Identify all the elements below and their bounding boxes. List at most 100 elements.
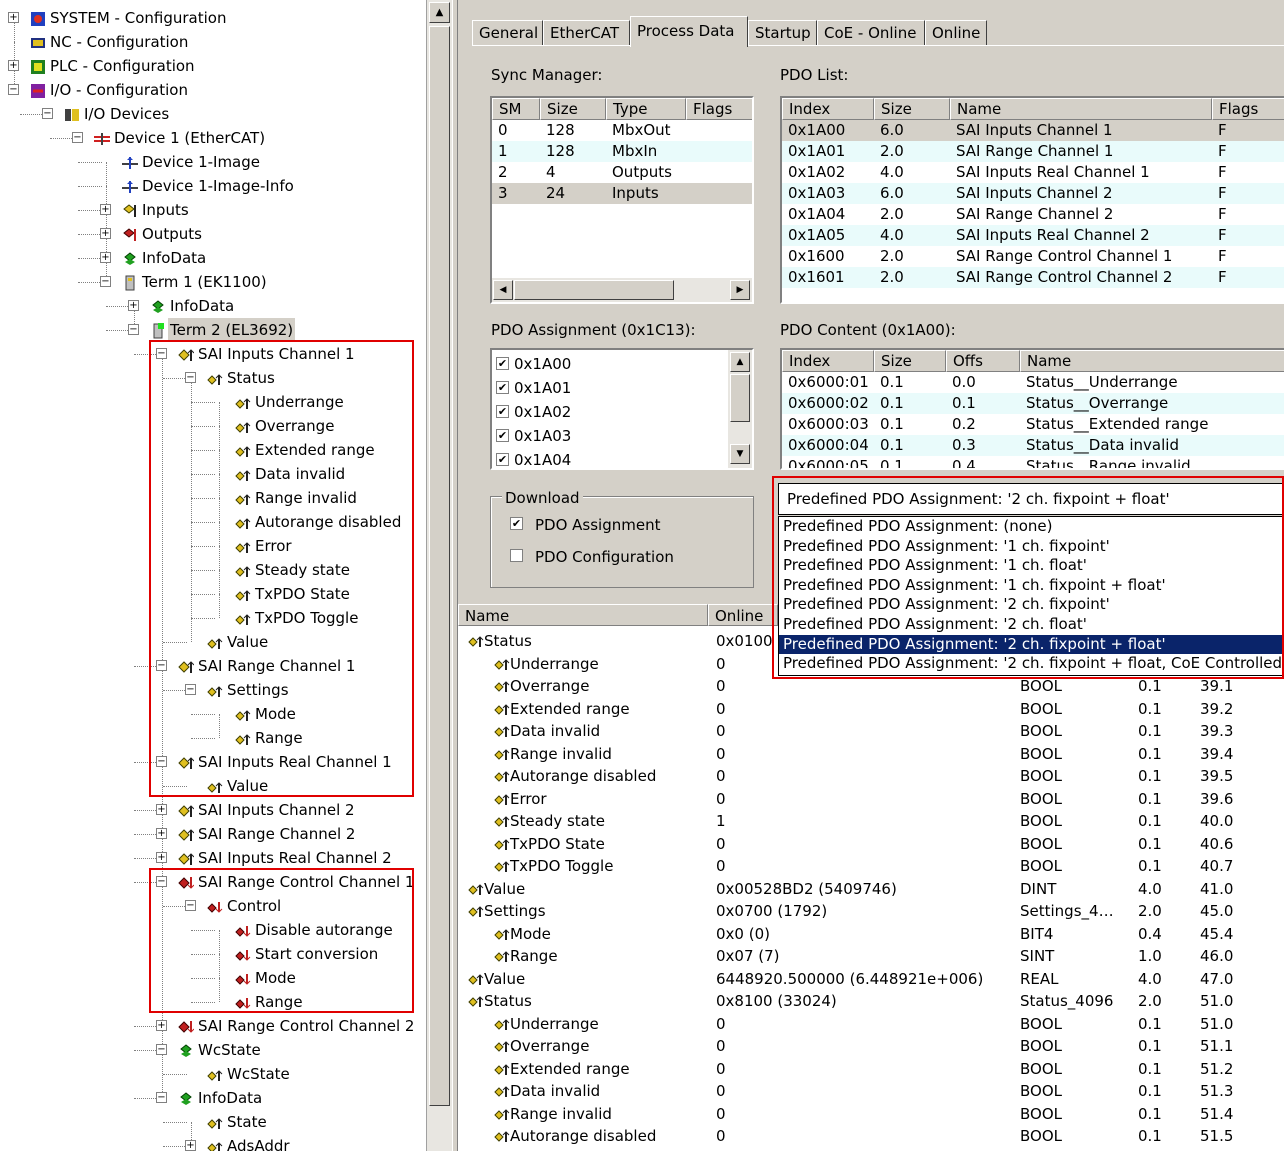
sync-manager-list[interactable]: SM Size Type Flags 0 128 MbxOut 1 128 MbxIn 2 4 Outp… bbox=[490, 96, 754, 304]
column-header[interactable]: SM bbox=[492, 98, 540, 120]
column-header[interactable]: Type bbox=[606, 98, 686, 120]
variables-list[interactable]: Name Online Status 0x0100 (Underrange 0 Overr… bbox=[458, 604, 1284, 1151]
tree-node[interactable]: Device 1-Image bbox=[0, 150, 426, 174]
tree-node[interactable]: + SAI Inputs Real Channel 2 bbox=[0, 846, 426, 870]
list-row[interactable]: 0x1601 2.0 SAI Range Control Channel 2 F bbox=[782, 267, 1284, 288]
expand-icon[interactable]: + bbox=[156, 828, 167, 839]
variable-row[interactable]: TxPDO Toggle 0 BOOL 0.1 40.7 bbox=[458, 855, 1284, 878]
collapse-icon[interactable]: − bbox=[42, 108, 53, 119]
scroll-left-icon[interactable]: ◀ bbox=[493, 280, 513, 300]
column-header[interactable]: Name bbox=[1020, 350, 1284, 372]
list-row[interactable]: 0x1A02 4.0 SAI Inputs Real Channel 1 F bbox=[782, 162, 1284, 183]
variable-row[interactable]: Status 0x8100 (33024) Status_4096 2.0 51.0 bbox=[458, 990, 1284, 1013]
list-item[interactable]: ✔ 0x1A03 bbox=[492, 424, 752, 448]
collapse-icon[interactable]: − bbox=[100, 276, 111, 287]
variable-row[interactable]: Autorange disabled 0 BOOL 0.1 39.5 bbox=[458, 765, 1284, 788]
expand-icon[interactable]: + bbox=[100, 228, 111, 239]
variable-row[interactable]: Steady state 1 BOOL 0.1 40.0 bbox=[458, 810, 1284, 833]
variable-row[interactable]: Data invalid 0 BOOL 0.1 51.3 bbox=[458, 1080, 1284, 1103]
list-row[interactable]: 0x1A00 6.0 SAI Inputs Channel 1 F bbox=[782, 120, 1284, 141]
list-row[interactable]: 0x1600 2.0 SAI Range Control Channel 1 F bbox=[782, 246, 1284, 267]
collapse-icon[interactable]: − bbox=[128, 324, 139, 335]
pdo-checkbox[interactable]: ✔ bbox=[496, 405, 509, 418]
tree-node[interactable]: − Term 2 (EL3692) bbox=[0, 318, 426, 342]
pdo-assignment-list[interactable]: ✔ 0x1A00 ✔ 0x1A01 ✔ 0x1A02 ✔ 0x1A03 ✔ 0x1A04 ▲ ▼ bbox=[490, 348, 754, 470]
tree-node[interactable]: WcState bbox=[0, 1062, 426, 1086]
scroll-down-arrow-icon[interactable]: ▼ bbox=[730, 444, 750, 464]
tab-process-data[interactable]: Process Data bbox=[630, 16, 748, 47]
tree-node[interactable]: − Term 1 (EK1100) bbox=[0, 270, 426, 294]
list-item[interactable]: ✔ 0x1A02 bbox=[492, 400, 752, 424]
list-item[interactable]: ✔ 0x1A00 bbox=[492, 352, 752, 376]
tree-node[interactable]: + PLC - Configuration bbox=[0, 54, 426, 78]
expand-icon[interactable]: + bbox=[100, 252, 111, 263]
column-header[interactable]: Flags bbox=[686, 98, 752, 120]
column-header[interactable]: Name bbox=[950, 98, 1212, 120]
scroll-thumb[interactable] bbox=[429, 26, 450, 1106]
column-header[interactable]: Flags bbox=[1212, 98, 1284, 120]
collapse-icon[interactable]: − bbox=[156, 1044, 167, 1055]
list-row[interactable]: 3 24 Inputs bbox=[492, 183, 752, 204]
list-row[interactable]: 0x1A01 2.0 SAI Range Channel 1 F bbox=[782, 141, 1284, 162]
tree-node[interactable]: Device 1-Image-Info bbox=[0, 174, 426, 198]
tree-node[interactable]: + Inputs bbox=[0, 198, 426, 222]
horizontal-scrollbar[interactable]: ◀ ▶ bbox=[492, 278, 752, 302]
list-item[interactable]: ✔ 0x1A04 bbox=[492, 448, 752, 468]
column-header[interactable]: Size bbox=[874, 98, 950, 120]
collapse-icon[interactable]: − bbox=[156, 1092, 167, 1103]
variable-row[interactable]: Range 0x07 (7) SINT 1.0 46.0 bbox=[458, 945, 1284, 968]
column-header[interactable]: Size bbox=[540, 98, 606, 120]
expand-icon[interactable]: + bbox=[128, 300, 139, 311]
tab-startup[interactable]: Startup bbox=[748, 20, 817, 46]
variable-row[interactable]: Extended range 0 BOOL 0.1 51.2 bbox=[458, 1058, 1284, 1081]
scroll-up-arrow-icon[interactable]: ▲ bbox=[429, 2, 450, 23]
pdo-checkbox[interactable]: ✔ bbox=[496, 429, 509, 442]
tree-node[interactable]: + AdsAddr bbox=[0, 1134, 426, 1151]
tree-scrollbar[interactable]: ▲ bbox=[426, 0, 452, 1151]
variable-row[interactable]: Value 6448920.500000 (6.448921e+006) REAL 4… bbox=[458, 968, 1284, 991]
pdo-content-list[interactable]: Index Size Offs Name 0x6000:01 0.1 0.0 Status__… bbox=[780, 348, 1284, 470]
tab-online[interactable]: Online bbox=[925, 20, 987, 46]
variable-row[interactable]: Data invalid 0 BOOL 0.1 39.3 bbox=[458, 720, 1284, 743]
tree-node[interactable]: + InfoData bbox=[0, 246, 426, 270]
scroll-up-arrow-icon[interactable]: ▲ bbox=[730, 352, 750, 372]
list-row[interactable]: 0x6000:03 0.1 0.2 Status__Extended range bbox=[782, 414, 1284, 435]
tree-node[interactable]: + SYSTEM - Configuration bbox=[0, 6, 426, 30]
variable-row[interactable]: Overrange 0 BOOL 0.1 51.1 bbox=[458, 1035, 1284, 1058]
column-header-online[interactable]: Online bbox=[708, 604, 778, 626]
list-row[interactable]: 0x6000:02 0.1 0.1 Status__Overrange bbox=[782, 393, 1284, 414]
variable-row[interactable]: Autorange disabled 0 BOOL 0.1 51.5 bbox=[458, 1125, 1284, 1148]
scroll-thumb[interactable] bbox=[514, 280, 674, 300]
list-row[interactable]: 2 4 Outputs bbox=[492, 162, 752, 183]
list-row[interactable]: 0x6000:01 0.1 0.0 Status__Underrange bbox=[782, 372, 1284, 393]
pdo-checkbox[interactable]: ✔ bbox=[496, 357, 509, 370]
tree-node[interactable]: NC - Configuration bbox=[0, 30, 426, 54]
tree-node[interactable]: − I/O - Configuration bbox=[0, 78, 426, 102]
tree-node[interactable]: − I/O Devices bbox=[0, 102, 426, 126]
variable-row[interactable]: Range invalid 0 BOOL 0.1 39.4 bbox=[458, 743, 1284, 766]
scroll-right-icon[interactable]: ▶ bbox=[730, 280, 750, 300]
expand-icon[interactable]: + bbox=[8, 12, 19, 23]
list-row[interactable]: 0x1A04 2.0 SAI Range Channel 2 F bbox=[782, 204, 1284, 225]
list-row[interactable]: 0x1A05 4.0 SAI Inputs Real Channel 2 F bbox=[782, 225, 1284, 246]
variable-row[interactable]: Extended range 0 BOOL 0.1 39.2 bbox=[458, 698, 1284, 721]
variable-row[interactable]: Mode 0x0 (0) BIT4 0.4 45.4 bbox=[458, 923, 1284, 946]
list-item[interactable]: ✔ 0x1A01 bbox=[492, 376, 752, 400]
expand-icon[interactable]: + bbox=[156, 804, 167, 815]
column-header[interactable]: Index bbox=[782, 98, 874, 120]
variable-row[interactable]: TxPDO State 0 BOOL 0.1 40.6 bbox=[458, 833, 1284, 856]
tree-node[interactable]: State bbox=[0, 1110, 426, 1134]
collapse-icon[interactable]: − bbox=[8, 84, 19, 95]
tree-node[interactable]: + SAI Range Channel 2 bbox=[0, 822, 426, 846]
pdo-configuration-checkbox[interactable] bbox=[510, 549, 523, 562]
expand-icon[interactable]: + bbox=[8, 60, 19, 71]
list-row[interactable]: 0x6000:05 0.1 0.4 Status__Range invalid bbox=[782, 456, 1284, 468]
tab-general[interactable]: General bbox=[472, 20, 543, 46]
pdo-assignment-checkbox[interactable]: ✔ bbox=[510, 517, 523, 530]
collapse-icon[interactable]: − bbox=[72, 132, 83, 143]
tree-node[interactable]: + SAI Range Control Channel 2 bbox=[0, 1014, 426, 1038]
column-header[interactable]: Size bbox=[874, 350, 946, 372]
variable-row[interactable]: Error 0 BOOL 0.1 39.6 bbox=[458, 788, 1284, 811]
column-header[interactable]: Index bbox=[782, 350, 874, 372]
tree-node[interactable]: + InfoData bbox=[0, 294, 426, 318]
